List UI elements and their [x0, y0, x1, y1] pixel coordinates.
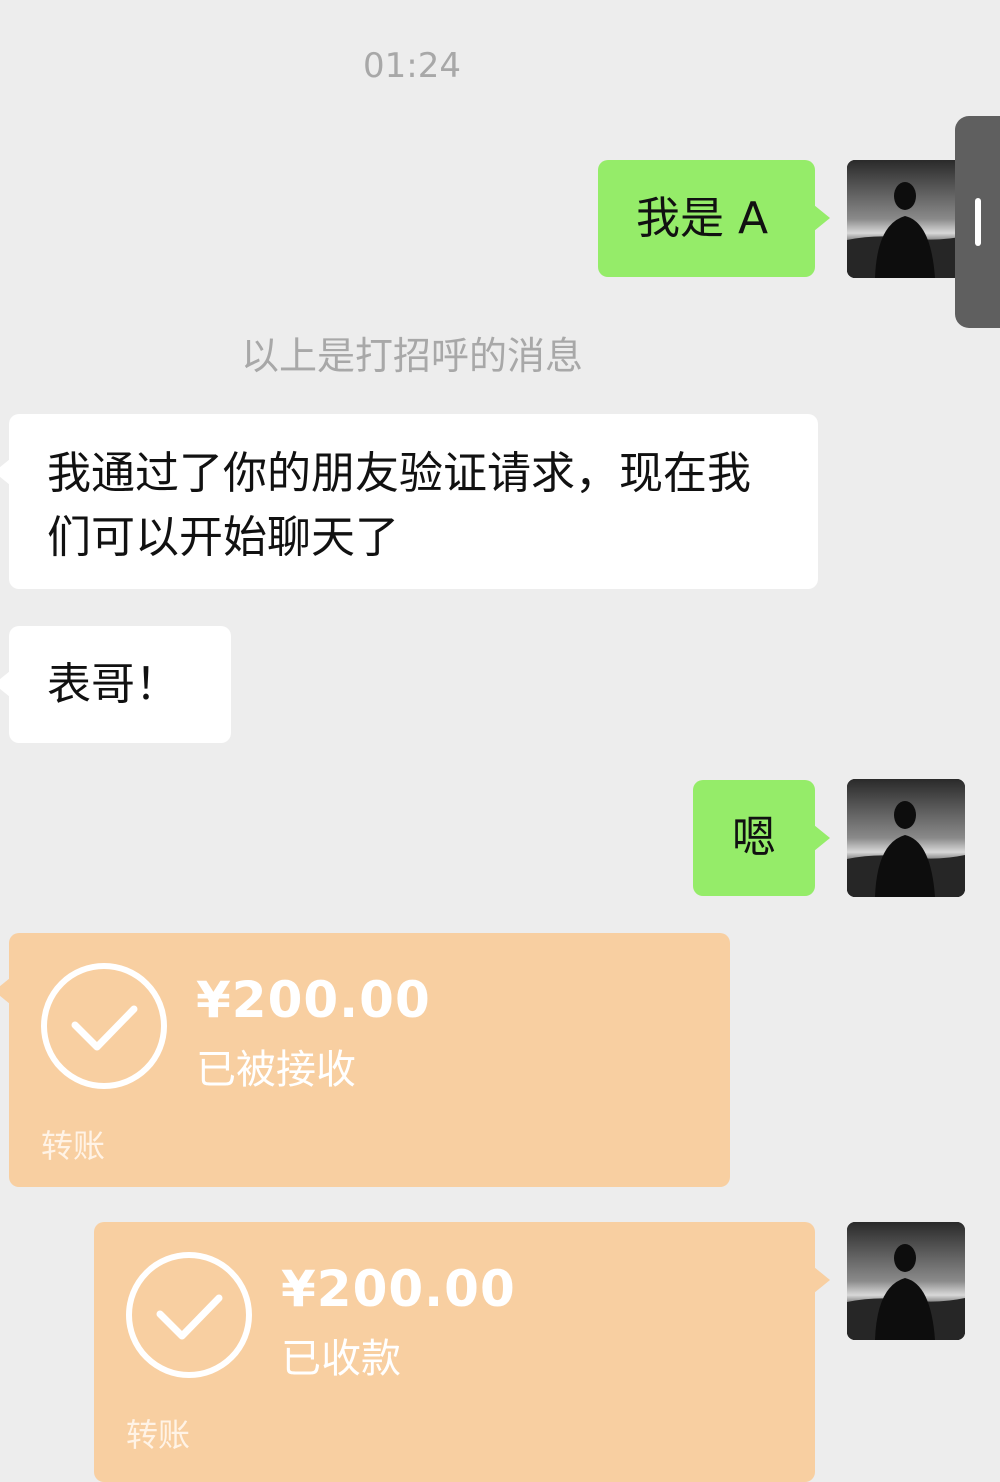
transfer-amount: ¥200.00 [196, 971, 431, 1029]
scroll-grip [975, 198, 981, 246]
message-text: 嗯 [732, 812, 776, 863]
message-bubble-sent[interactable]: 我是 A [598, 160, 830, 277]
transfer-card-sent[interactable]: ¥200.00 已收款 转账 [94, 1222, 830, 1482]
transfer-status: 已收款 [281, 1336, 401, 1382]
transfer-label: 转账 [41, 1127, 106, 1165]
transfer-card-received[interactable]: ¥200.00 已被接收 转账 [0, 933, 730, 1187]
message-bubble-received[interactable]: 我通过了你的朋友验证请求，现在我们可以开始聊天了 [0, 414, 818, 589]
avatar-photo [847, 779, 965, 897]
transfer-amount: ¥200.00 [281, 1260, 516, 1318]
message-text: 我是 A [636, 193, 769, 244]
message-text: 我通过了你的朋友验证请求，现在我们可以开始聊天了 [47, 448, 751, 563]
message-bubble-received[interactable]: 表哥！ [0, 626, 231, 743]
avatar-photo [847, 1222, 965, 1340]
scroll-handle-icon[interactable] [955, 116, 1000, 328]
my-avatar[interactable] [847, 1222, 965, 1340]
transfer-status: 已被接收 [196, 1047, 356, 1093]
my-avatar[interactable] [847, 160, 965, 278]
transfer-label: 转账 [126, 1416, 191, 1454]
message-text: 表哥！ [47, 659, 179, 710]
my-avatar[interactable] [847, 779, 965, 897]
system-note: 以上是打招呼的消息 [240, 334, 583, 378]
avatar-photo [847, 160, 965, 278]
message-bubble-sent[interactable]: 嗯 [693, 780, 830, 896]
check-circle-icon [126, 1252, 252, 1378]
check-circle-icon [41, 963, 167, 1089]
chat-timestamp: 01:24 [363, 46, 461, 86]
